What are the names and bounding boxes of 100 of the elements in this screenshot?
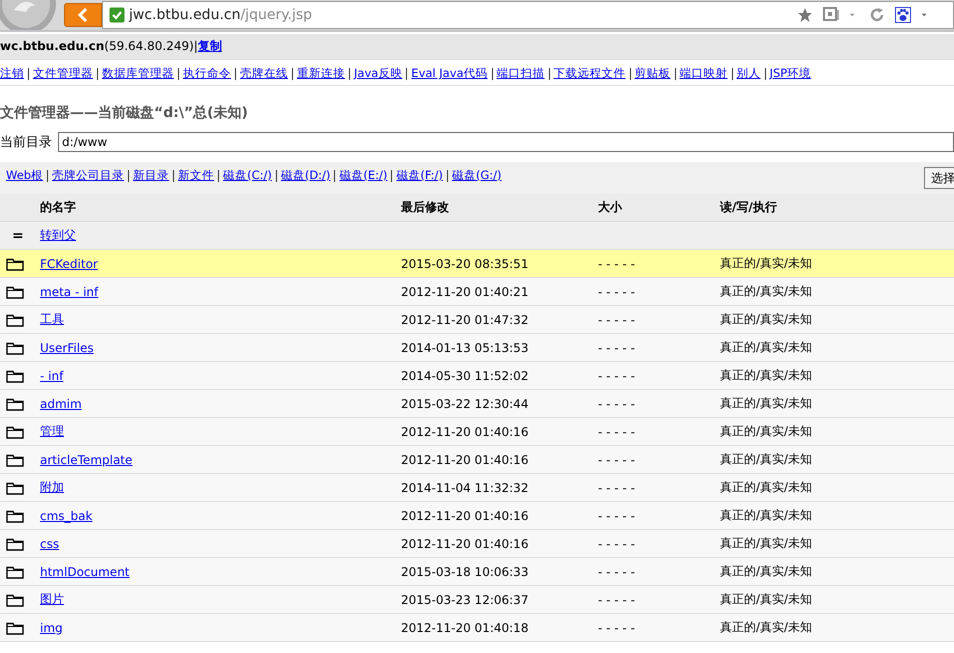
- folder-link[interactable]: FCKeditor: [40, 256, 98, 270]
- nav-link[interactable]: 端口扫描: [496, 66, 545, 81]
- table-row[interactable]: - inf 2014-05-30 11:52:02 - - - - - 真正的/真实/未知: [0, 362, 954, 390]
- nav-link[interactable]: 数据库管理器: [102, 66, 174, 81]
- folder-link[interactable]: 管理: [40, 424, 64, 438]
- file-size: - - - - -: [598, 508, 635, 522]
- folder-icon: [6, 256, 24, 270]
- table-row[interactable]: cms_bak 2012-11-20 01:40:16 - - - - - 真正的/真实/未知: [0, 502, 954, 530]
- back-button[interactable]: [64, 3, 102, 27]
- file-size: - - - - -: [598, 284, 635, 298]
- toolbar-link[interactable]: 新目录: [133, 168, 170, 183]
- permissions: 真正的/真实/未知: [720, 312, 812, 326]
- host-name: wc.btbu.edu.cn: [0, 39, 104, 53]
- modified-date: 2014-11-04 11:32:32: [401, 480, 528, 494]
- modified-date: 2012-11-20 01:40:16: [401, 424, 528, 438]
- modified-date: 2012-11-20 01:47:32: [401, 312, 528, 326]
- modified-date: 2015-03-22 12:30:44: [401, 396, 528, 410]
- file-size: - - - - -: [598, 452, 635, 466]
- address-bar[interactable]: jwc.btbu.edu.cn/jquery.jsp: [102, 1, 954, 29]
- nav-link[interactable]: Eval Java代码: [411, 66, 488, 81]
- table-row[interactable]: articleTemplate 2012-11-20 01:40:16 - - - - - 真正的/真实/未知: [0, 446, 954, 474]
- column-header: 大小: [598, 200, 622, 214]
- folder-icon: [6, 480, 24, 494]
- nav-link[interactable]: 下载远程文件: [554, 66, 626, 81]
- table-row[interactable]: css 2012-11-20 01:40:16 - - - - - 真正的/真实/未知: [0, 530, 954, 558]
- file-size: - - - - -: [598, 620, 635, 634]
- nav-link[interactable]: 壳牌在线: [240, 66, 288, 81]
- nav-link[interactable]: 注销: [0, 66, 24, 81]
- nav-link[interactable]: 剪贴板: [634, 66, 671, 81]
- permissions: 真正的/真实/未知: [720, 256, 812, 270]
- nav-link[interactable]: 端口映射: [680, 66, 728, 81]
- toolbar-link[interactable]: 新文件: [178, 168, 214, 183]
- folder-link[interactable]: cms_bak: [40, 508, 92, 522]
- folder-icon: [6, 452, 24, 466]
- nav-link[interactable]: 执行命令: [183, 66, 231, 81]
- folder-link[interactable]: 工具: [40, 312, 64, 326]
- table-row[interactable]: UserFiles 2014-01-13 05:13:53 - - - - - 真正的/真实/未知: [0, 334, 954, 362]
- folder-link[interactable]: articleTemplate: [40, 452, 132, 466]
- modified-date: 2014-01-13 05:13:53: [401, 340, 528, 354]
- toolbar-link[interactable]: 磁盘(F:/): [396, 168, 443, 183]
- permissions: 真正的/真实/未知: [720, 564, 812, 578]
- file-size: - - - - -: [598, 424, 635, 438]
- permissions: 真正的/真实/未知: [720, 508, 812, 522]
- permissions: 真正的/真实/未知: [720, 536, 812, 550]
- nav-link[interactable]: JSP环境: [770, 66, 812, 81]
- column-header: 的名字: [40, 200, 76, 214]
- table-row[interactable]: 附加 2014-11-04 11:32:32 - - - - - 真正的/真实/未知: [0, 474, 954, 502]
- table-row[interactable]: 管理 2012-11-20 01:40:16 - - - - - 真正的/真实/未知: [0, 418, 954, 446]
- host-ip: (59.64.80.249)|: [104, 39, 198, 53]
- paw-icon[interactable]: [895, 7, 911, 23]
- folder-link[interactable]: 图片: [40, 592, 64, 606]
- table-row[interactable]: 工具 2012-11-20 01:47:32 - - - - - 真正的/真实/未知: [0, 306, 954, 334]
- folder-link[interactable]: UserFiles: [40, 340, 94, 354]
- toolbar-link[interactable]: Web根: [6, 168, 44, 183]
- file-size: - - - - -: [598, 592, 635, 606]
- toolbar-link[interactable]: 磁盘(E:/): [339, 168, 388, 183]
- file-size: - - - - -: [598, 480, 635, 494]
- nav-link[interactable]: Java反映: [354, 66, 402, 81]
- toolbar-link[interactable]: 磁盘(D:/): [280, 168, 330, 183]
- table-row[interactable]: meta - inf 2012-11-20 01:40:21 - - - - - 真正的/真实/未知: [0, 278, 954, 306]
- folder-link[interactable]: img: [40, 620, 63, 634]
- copy-link[interactable]: 复制: [198, 39, 222, 53]
- url-text: jwc.btbu.edu.cn/jquery.jsp: [129, 7, 312, 23]
- permissions: 真正的/真实/未知: [720, 620, 812, 634]
- parent-link[interactable]: 转到父: [40, 228, 76, 242]
- folder-link[interactable]: css: [40, 536, 60, 550]
- table-row[interactable]: img 2012-11-20 01:40:18 - - - - - 真正的/真实/未知: [0, 614, 954, 642]
- nav-link[interactable]: 别人: [736, 66, 761, 81]
- nav-link[interactable]: 重新连接: [297, 66, 345, 81]
- modified-date: 2015-03-18 10:06:33: [401, 564, 528, 578]
- table-row[interactable]: htmlDocument 2015-03-18 10:06:33 - - - - - 真正的/真实/未知: [0, 558, 954, 586]
- toolbar-link[interactable]: 磁盘(G:/): [452, 168, 502, 183]
- column-header: 读/写/执行: [720, 200, 777, 214]
- star-icon[interactable]: [797, 7, 813, 23]
- directory-field[interactable]: d:/www: [58, 132, 954, 152]
- folder-link[interactable]: admim: [40, 396, 82, 410]
- column-header: 最后修改: [401, 200, 449, 214]
- field-label: 当前目录: [0, 134, 52, 151]
- folder-icon: [6, 536, 24, 550]
- folder-link[interactable]: 附加: [40, 480, 64, 494]
- folder-icon: [6, 396, 24, 410]
- nav-link[interactable]: 文件管理器: [33, 66, 93, 81]
- folder-link[interactable]: meta - inf: [40, 284, 98, 298]
- folder-link[interactable]: htmlDocument: [40, 564, 130, 578]
- qr-code-icon[interactable]: [823, 7, 839, 23]
- permissions: 真正的/真实/未知: [720, 480, 812, 494]
- folder-link[interactable]: - inf: [40, 368, 64, 382]
- folder-icon: [6, 284, 24, 298]
- table-row[interactable]: admim 2015-03-22 12:30:44 - - - - - 真正的/真实/未知: [0, 390, 954, 418]
- toolbar-link[interactable]: 磁盘(C:/): [223, 168, 272, 183]
- parent-symbol: =: [11, 228, 24, 244]
- table-row[interactable]: FCKeditor 2015-03-20 08:35:51 - - - - - 真正的/真实/未知: [0, 250, 954, 278]
- modified-date: 2012-11-20 01:40:18: [401, 620, 528, 634]
- modified-date: 2012-11-20 01:40:16: [401, 508, 528, 522]
- reload-icon[interactable]: [869, 7, 885, 23]
- toolbar-link[interactable]: 壳牌公司目录: [52, 168, 124, 183]
- page-title: 文件管理器——当前磁盘“d:\”总(未知): [0, 104, 249, 122]
- table-row[interactable]: 图片 2015-03-23 12:06:37 - - - - - 真正的/真实/未知: [0, 586, 954, 614]
- folder-icon: [6, 340, 24, 354]
- folder-icon: [6, 620, 24, 634]
